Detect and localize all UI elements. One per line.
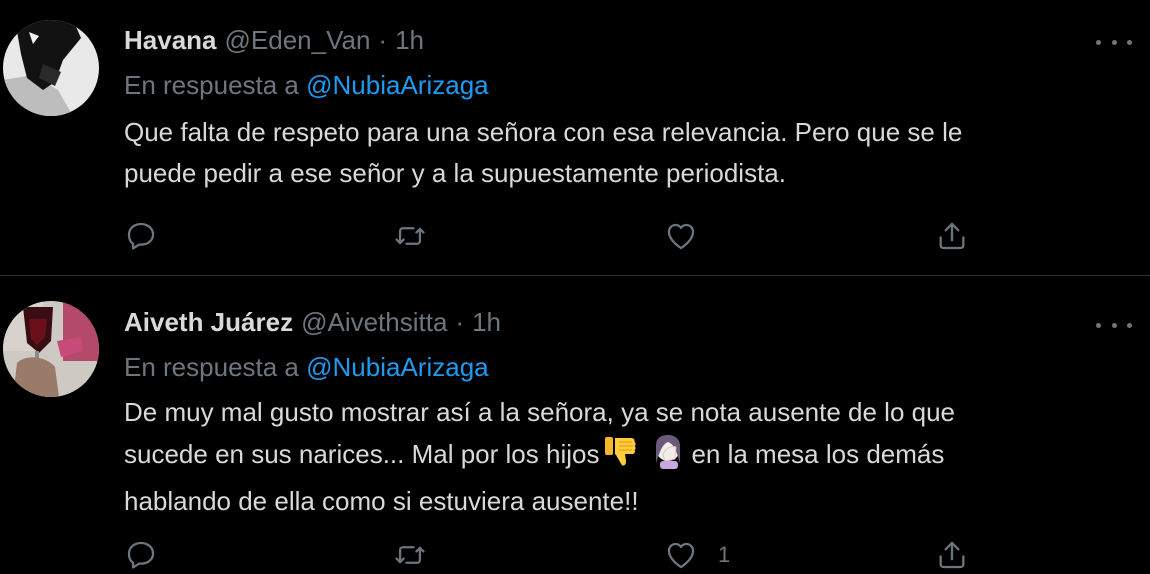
- mention-link[interactable]: @NubiaArizaga: [306, 352, 488, 382]
- share-button[interactable]: [935, 216, 969, 256]
- retweet-icon: [395, 227, 425, 245]
- tweet-header: Havana @Eden_Van · 1h: [124, 23, 424, 57]
- username[interactable]: @Aivethsitta: [301, 307, 447, 338]
- reply-button[interactable]: [124, 216, 158, 256]
- timestamp[interactable]: 1h: [395, 25, 424, 56]
- tweet-text-line: De muy mal gusto mostrar así a la señora…: [124, 397, 956, 427]
- tweet[interactable]: Havana @Eden_Van · 1h En respuesta a @Nu…: [0, 0, 1150, 276]
- mention-link[interactable]: @NubiaArizaga: [306, 70, 488, 100]
- tweet-text: De muy mal gusto mostrar así a la señora…: [124, 392, 1114, 522]
- action-bar: [0, 216, 1150, 256]
- tweet-text: Que falta de respeto para una señora con…: [124, 112, 1114, 194]
- share-icon: [939, 541, 965, 569]
- like-button[interactable]: 1: [664, 535, 730, 574]
- reply-button[interactable]: [124, 535, 158, 574]
- tweet-text-line-with-emoji: sucede en sus narices... Mal por los hij…: [124, 433, 1114, 481]
- tweet-text-segment: sucede en sus narices... Mal por los hij…: [124, 439, 600, 469]
- avatar[interactable]: [3, 20, 99, 116]
- avatar-image: [3, 20, 99, 116]
- separator-dot: ·: [378, 24, 388, 55]
- retweet-button[interactable]: [393, 535, 427, 574]
- heart-icon: [667, 223, 695, 250]
- more-icon[interactable]: [1096, 313, 1132, 337]
- reply-prefix: En respuesta a: [124, 352, 299, 382]
- timestamp[interactable]: 1h: [472, 307, 501, 338]
- reply-context: En respuesta a @NubiaArizaga: [124, 70, 489, 101]
- retweet-icon: [395, 546, 425, 564]
- retweet-button[interactable]: [393, 216, 427, 256]
- more-icon[interactable]: [1096, 30, 1132, 54]
- separator-dot: ·: [455, 306, 465, 337]
- comment-icon: [127, 541, 155, 569]
- tweet-text-line: puede pedir a ese señor y a la supuestam…: [124, 158, 786, 188]
- facepalm-emoji: [649, 433, 687, 481]
- like-button[interactable]: [664, 216, 718, 256]
- tweet-header: Aiveth Juárez @Aivethsitta · 1h: [124, 305, 501, 339]
- share-icon: [939, 222, 965, 250]
- action-bar: 1: [0, 535, 1150, 574]
- display-name[interactable]: Aiveth Juárez: [124, 307, 293, 338]
- tweet-text-line: hablando de ella como si estuviera ausen…: [124, 486, 639, 516]
- username[interactable]: @Eden_Van: [225, 25, 371, 56]
- like-count: 1: [718, 542, 731, 567]
- reply-prefix: En respuesta a: [124, 70, 299, 100]
- share-button[interactable]: [935, 535, 969, 574]
- display-name[interactable]: Havana: [124, 25, 217, 56]
- heart-icon: [667, 542, 695, 569]
- avatar[interactable]: [3, 301, 99, 397]
- reply-feed: Havana @Eden_Van · 1h En respuesta a @Nu…: [0, 0, 1150, 574]
- thumbs-down-emoji: [603, 435, 641, 481]
- tweet[interactable]: Aiveth Juárez @Aivethsitta · 1h En respu…: [0, 277, 1150, 574]
- comment-icon: [127, 222, 155, 250]
- avatar-image: [3, 301, 99, 397]
- reply-context: En respuesta a @NubiaArizaga: [124, 352, 489, 383]
- tweet-text-line: Que falta de respeto para una señora con…: [124, 117, 963, 147]
- tweet-text-segment: en la mesa los demás: [691, 439, 945, 469]
